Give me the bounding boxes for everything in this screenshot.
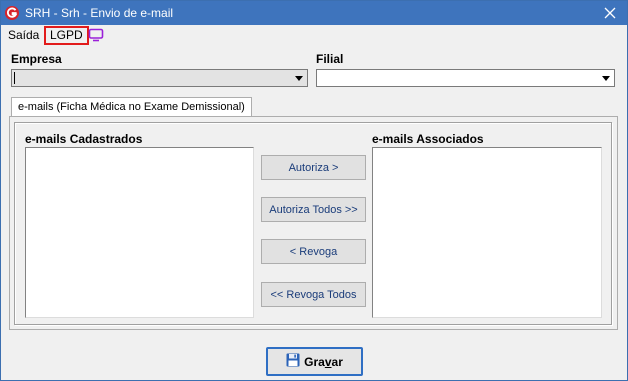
emails-associados-label: e-mails Associados [372,132,484,146]
menu-bar: Saída LGPD [1,25,627,45]
app-logo-icon [4,5,20,21]
close-icon [604,7,616,19]
monitor-icon[interactable] [88,28,104,42]
menu-item-lgpd[interactable]: LGPD [44,26,89,45]
emails-associados-list[interactable] [372,147,602,318]
menu-item-saida[interactable]: Saída [8,28,39,42]
floppy-disk-icon [286,353,300,370]
filial-select[interactable] [316,69,615,87]
revoga-todos-button[interactable]: << Revoga Todos [261,282,366,307]
gravar-label: Gravar [304,354,343,369]
tab-panel: e-mails Cadastrados e-mails Associados A… [9,116,618,330]
revoga-button[interactable]: < Revoga [261,239,366,264]
emails-cadastrados-label: e-mails Cadastrados [25,132,143,146]
autoriza-button[interactable]: Autoriza > [261,155,366,180]
empresa-select[interactable] [11,69,308,87]
emails-group-box: e-mails Cadastrados e-mails Associados A… [14,122,612,325]
chevron-down-icon[interactable] [292,71,306,85]
close-button[interactable] [593,1,627,25]
emails-cadastrados-list[interactable] [25,147,254,318]
email-dialog-window: SRH - Srh - Envio de e-mail Saída LGPD E… [0,0,628,381]
filial-label: Filial [316,52,344,66]
text-caret [14,72,15,84]
chevron-down-icon[interactable] [599,71,613,85]
window-title: SRH - Srh - Envio de e-mail [25,6,174,20]
tab-emails-ficha-medica[interactable]: e-mails (Ficha Médica no Exame Demission… [11,97,252,117]
title-bar[interactable]: SRH - Srh - Envio de e-mail [1,1,627,25]
empresa-label: Empresa [11,52,62,66]
gravar-button[interactable]: Gravar [266,347,363,376]
autoriza-todos-button[interactable]: Autoriza Todos >> [261,197,366,222]
